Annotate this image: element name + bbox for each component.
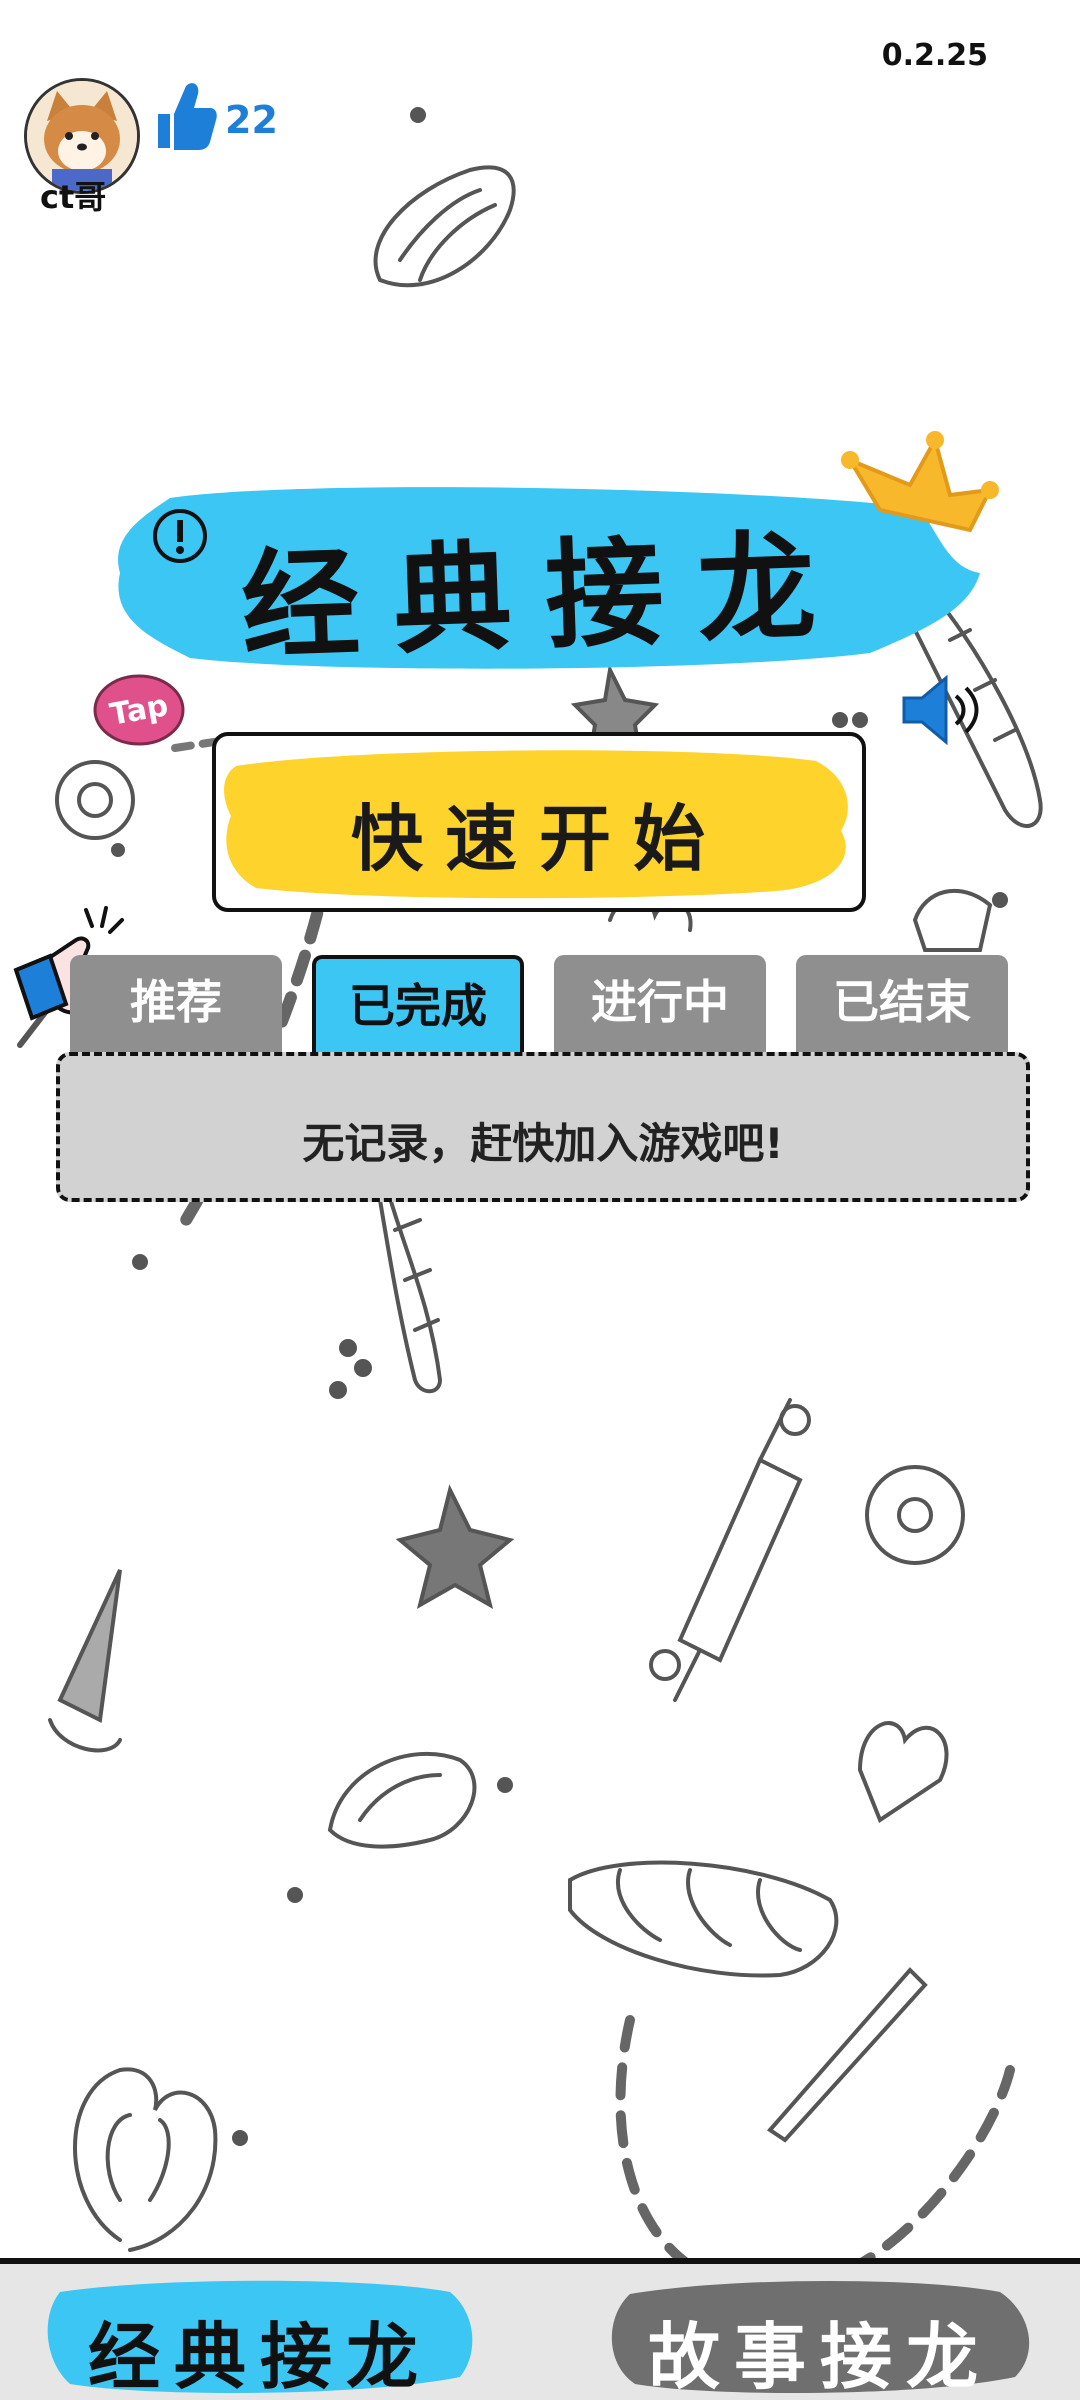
username: ct哥	[40, 178, 107, 216]
record-tabs: 推荐 已完成 进行中 已结束	[70, 955, 1010, 1055]
like-count: 22	[225, 98, 278, 142]
quick-start-label: 快速开始	[350, 796, 727, 881]
quick-start-button[interactable]: 快速开始	[212, 732, 866, 912]
tab-completed[interactable]: 已完成	[312, 955, 524, 1055]
sound-icon[interactable]	[896, 672, 986, 748]
home-screen: 0.2.25 ct哥 22 经典接龙 Tap 快速开始 推荐 已完成 进行中 已…	[0, 0, 1080, 2400]
tap-badge-icon: Tap	[93, 674, 185, 746]
version-label: 0.2.25	[881, 38, 988, 73]
thumbs-up-icon[interactable]	[152, 78, 218, 154]
tab-in-progress[interactable]: 进行中	[554, 955, 766, 1055]
nav-story-label: 故事接龙	[647, 2314, 992, 2399]
tab-ended[interactable]: 已结束	[796, 955, 1008, 1055]
nav-classic-chain[interactable]: 经典接龙	[40, 2272, 480, 2400]
crown-icon	[841, 431, 999, 533]
nav-classic-label: 经典接龙	[87, 2314, 432, 2399]
tab-recommended[interactable]: 推荐	[70, 955, 282, 1055]
records-panel: 无记录，赶快加入游戏吧!	[56, 1052, 1030, 1202]
nav-story-chain[interactable]: 故事接龙	[600, 2272, 1040, 2400]
empty-message: 无记录，赶快加入游戏吧!	[302, 1119, 784, 1168]
bottom-nav: 经典接龙 故事接龙	[0, 2258, 1080, 2400]
